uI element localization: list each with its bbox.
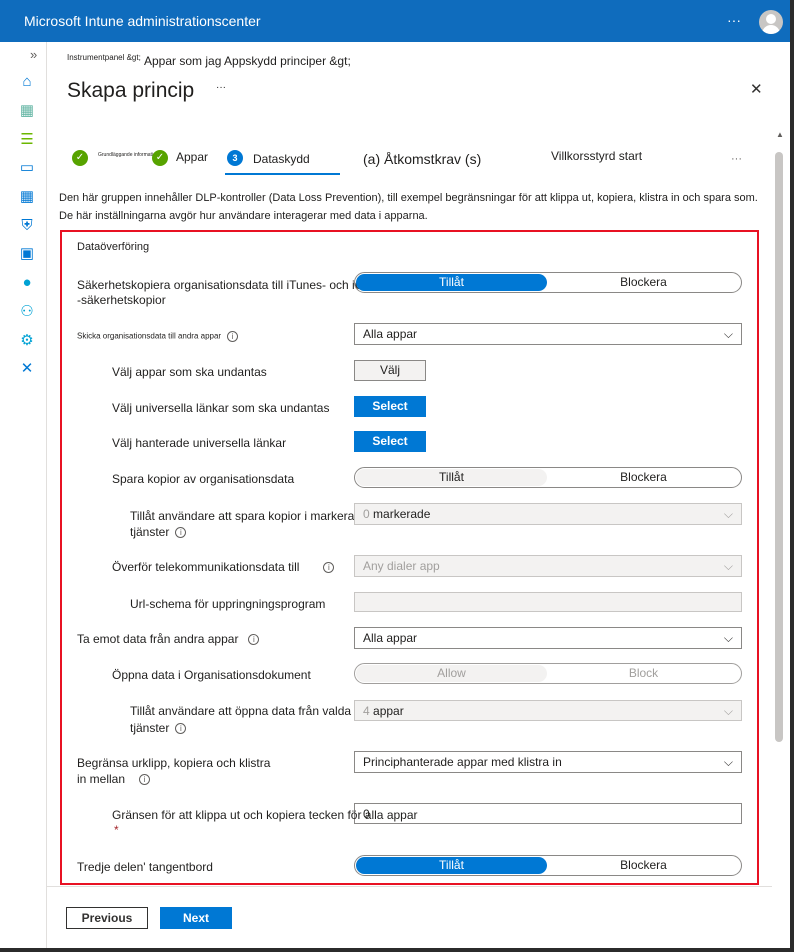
sidebar: » ⌂ ▦ ☰ ▭ ▦ ⛨ ▣ ● ⚇ ⚙ ✕	[0, 42, 47, 948]
info-icon[interactable]: i	[323, 562, 335, 574]
label-text: Ta emot data från andra appar	[77, 632, 239, 646]
block-option[interactable]: Blockera	[547, 274, 740, 291]
keyboard-label: Tredje delen' tangentbord	[77, 860, 213, 874]
save-services-label: Tillåt användare att spara kopior i mark…	[130, 509, 368, 523]
info-icon[interactable]: i	[175, 527, 187, 539]
info-icon[interactable]: i	[175, 723, 187, 735]
footer-divider	[47, 886, 772, 887]
label-text: tjänster	[130, 721, 170, 735]
next-button[interactable]: Next	[160, 907, 232, 929]
save-copies-label: Spara kopior av organisationsdata	[112, 472, 295, 486]
allow-option[interactable]: Tillåt	[356, 274, 547, 291]
data-transfer-section: Dataöverföring Säkerhetskopiera organisa…	[60, 230, 759, 885]
count: 0	[363, 507, 370, 521]
dropdown-value: Principhanterade appar med klistra in	[363, 755, 562, 769]
label-text: tjänster	[130, 525, 170, 539]
backup-toggle[interactable]: Tillåt Blockera	[354, 272, 742, 293]
chevron-down-icon: ⌵	[723, 755, 733, 769]
send-label: Skicka organisationsdata till andra appa…	[77, 331, 239, 342]
all-services-icon[interactable]: ☰	[18, 131, 36, 148]
expand-icon[interactable]: »	[30, 47, 37, 62]
block-option[interactable]: Block	[547, 665, 740, 682]
open-services-label: Tillåt användare att öppna data från val…	[130, 704, 352, 718]
telecom-label: Överför telekommunikationsdata till i	[112, 560, 335, 574]
save-services-dropdown[interactable]: 0 markerade ⌵	[354, 503, 742, 525]
open-data-toggle[interactable]: Allow Block	[354, 663, 742, 684]
dropdown-value: appar	[373, 704, 404, 718]
groups-icon[interactable]: ⚇	[18, 303, 36, 320]
receive-dropdown[interactable]: Alla appar ⌵	[354, 627, 742, 649]
universal-links-select-button[interactable]: Select	[354, 396, 426, 417]
managed-links-label: Välj hanterade universella länkar	[112, 436, 287, 450]
backup-label: Säkerhetskopiera organisationsdata till …	[77, 278, 387, 292]
devices-icon[interactable]: ▭	[18, 159, 36, 176]
backup-label-2: -säkerhetskopior	[77, 293, 166, 307]
section-title: Dataöverföring	[77, 241, 150, 253]
info-icon[interactable]: i	[248, 634, 260, 646]
troubleshooting-icon[interactable]: ✕	[18, 360, 36, 377]
chevron-down-icon: ⌵	[723, 327, 733, 341]
exempt-label: Välj appar som ska undantas	[112, 365, 267, 379]
endpoint-security-icon[interactable]: ⛨	[18, 217, 36, 234]
reports-icon[interactable]: ▣	[18, 245, 36, 262]
label-text: Överför telekommunikationsdata till	[112, 560, 300, 574]
keyboard-toggle[interactable]: Tillåt Blockera	[354, 855, 742, 876]
dashboard-icon[interactable]: ▦	[18, 102, 36, 119]
limit-label: Gränsen för att klippa ut och kopiera te…	[112, 808, 418, 822]
label-text: in mellan	[77, 772, 126, 786]
save-copies-toggle[interactable]: Tillåt Blockera	[354, 467, 742, 488]
avatar[interactable]	[759, 10, 783, 34]
tenant-admin-icon[interactable]: ⚙	[18, 332, 36, 349]
block-option[interactable]: Blockera	[547, 857, 740, 874]
chevron-down-icon: ⌵	[723, 507, 733, 521]
users-icon[interactable]: ●	[18, 274, 36, 291]
send-label-text: Skicka organisationsdata till andra appa…	[77, 331, 222, 341]
allow-option[interactable]: Tillåt	[356, 469, 547, 486]
info-icon[interactable]: i	[227, 331, 239, 342]
block-option[interactable]: Blockera	[547, 469, 740, 486]
main-panel: Instrumentpanel &gt; Appar som jag Appsk…	[47, 42, 790, 948]
dropdown-value: markerade	[373, 507, 431, 521]
chevron-down-icon: ⌵	[723, 704, 733, 718]
top-bar: Microsoft Intune administrationscenter ·…	[0, 0, 790, 42]
url-scheme-input[interactable]	[354, 592, 742, 612]
allow-option[interactable]: Tillåt	[356, 857, 547, 874]
open-services-label-2: tjänster i	[130, 721, 187, 735]
dropdown-value: Alla appar	[363, 327, 418, 341]
app-title: Microsoft Intune administrationscenter	[24, 13, 261, 29]
count: 4	[363, 704, 370, 718]
send-dropdown[interactable]: Alla appar ⌵	[354, 323, 742, 345]
home-icon[interactable]: ⌂	[18, 73, 36, 90]
telecom-dropdown[interactable]: Any dialer app ⌵	[354, 555, 742, 577]
universal-links-label: Välj universella länkar som ska undantas	[112, 401, 330, 415]
url-scheme-label: Url-schema för uppringningsprogram	[130, 597, 326, 611]
clipboard-label-2: in mellan i	[77, 772, 151, 786]
open-services-dropdown[interactable]: 4 appar ⌵	[354, 700, 742, 721]
chevron-down-icon: ⌵	[723, 631, 733, 645]
info-icon[interactable]: i	[139, 774, 151, 786]
more-icon[interactable]: ···	[727, 12, 741, 28]
open-data-label: Öppna data i Organisationsdokument	[112, 668, 311, 682]
save-services-label-2: tjänster i	[130, 525, 187, 539]
dropdown-value: Any dialer app	[363, 559, 440, 573]
allow-option[interactable]: Allow	[356, 665, 547, 682]
receive-label: Ta emot data från andra appar i	[77, 632, 260, 646]
chevron-down-icon: ⌵	[723, 559, 733, 573]
apps-icon[interactable]: ▦	[18, 188, 36, 205]
clipboard-dropdown[interactable]: Principhanterade appar med klistra in ⌵	[354, 751, 742, 773]
managed-links-select-button[interactable]: Select	[354, 431, 426, 452]
dropdown-value: Alla appar	[363, 631, 418, 645]
required-marker: *	[114, 823, 119, 837]
previous-button[interactable]: Previous	[66, 907, 148, 929]
clipboard-label: Begränsa urklipp, kopiera och klistra	[77, 756, 271, 770]
exempt-select-button[interactable]: Välj	[354, 360, 426, 381]
